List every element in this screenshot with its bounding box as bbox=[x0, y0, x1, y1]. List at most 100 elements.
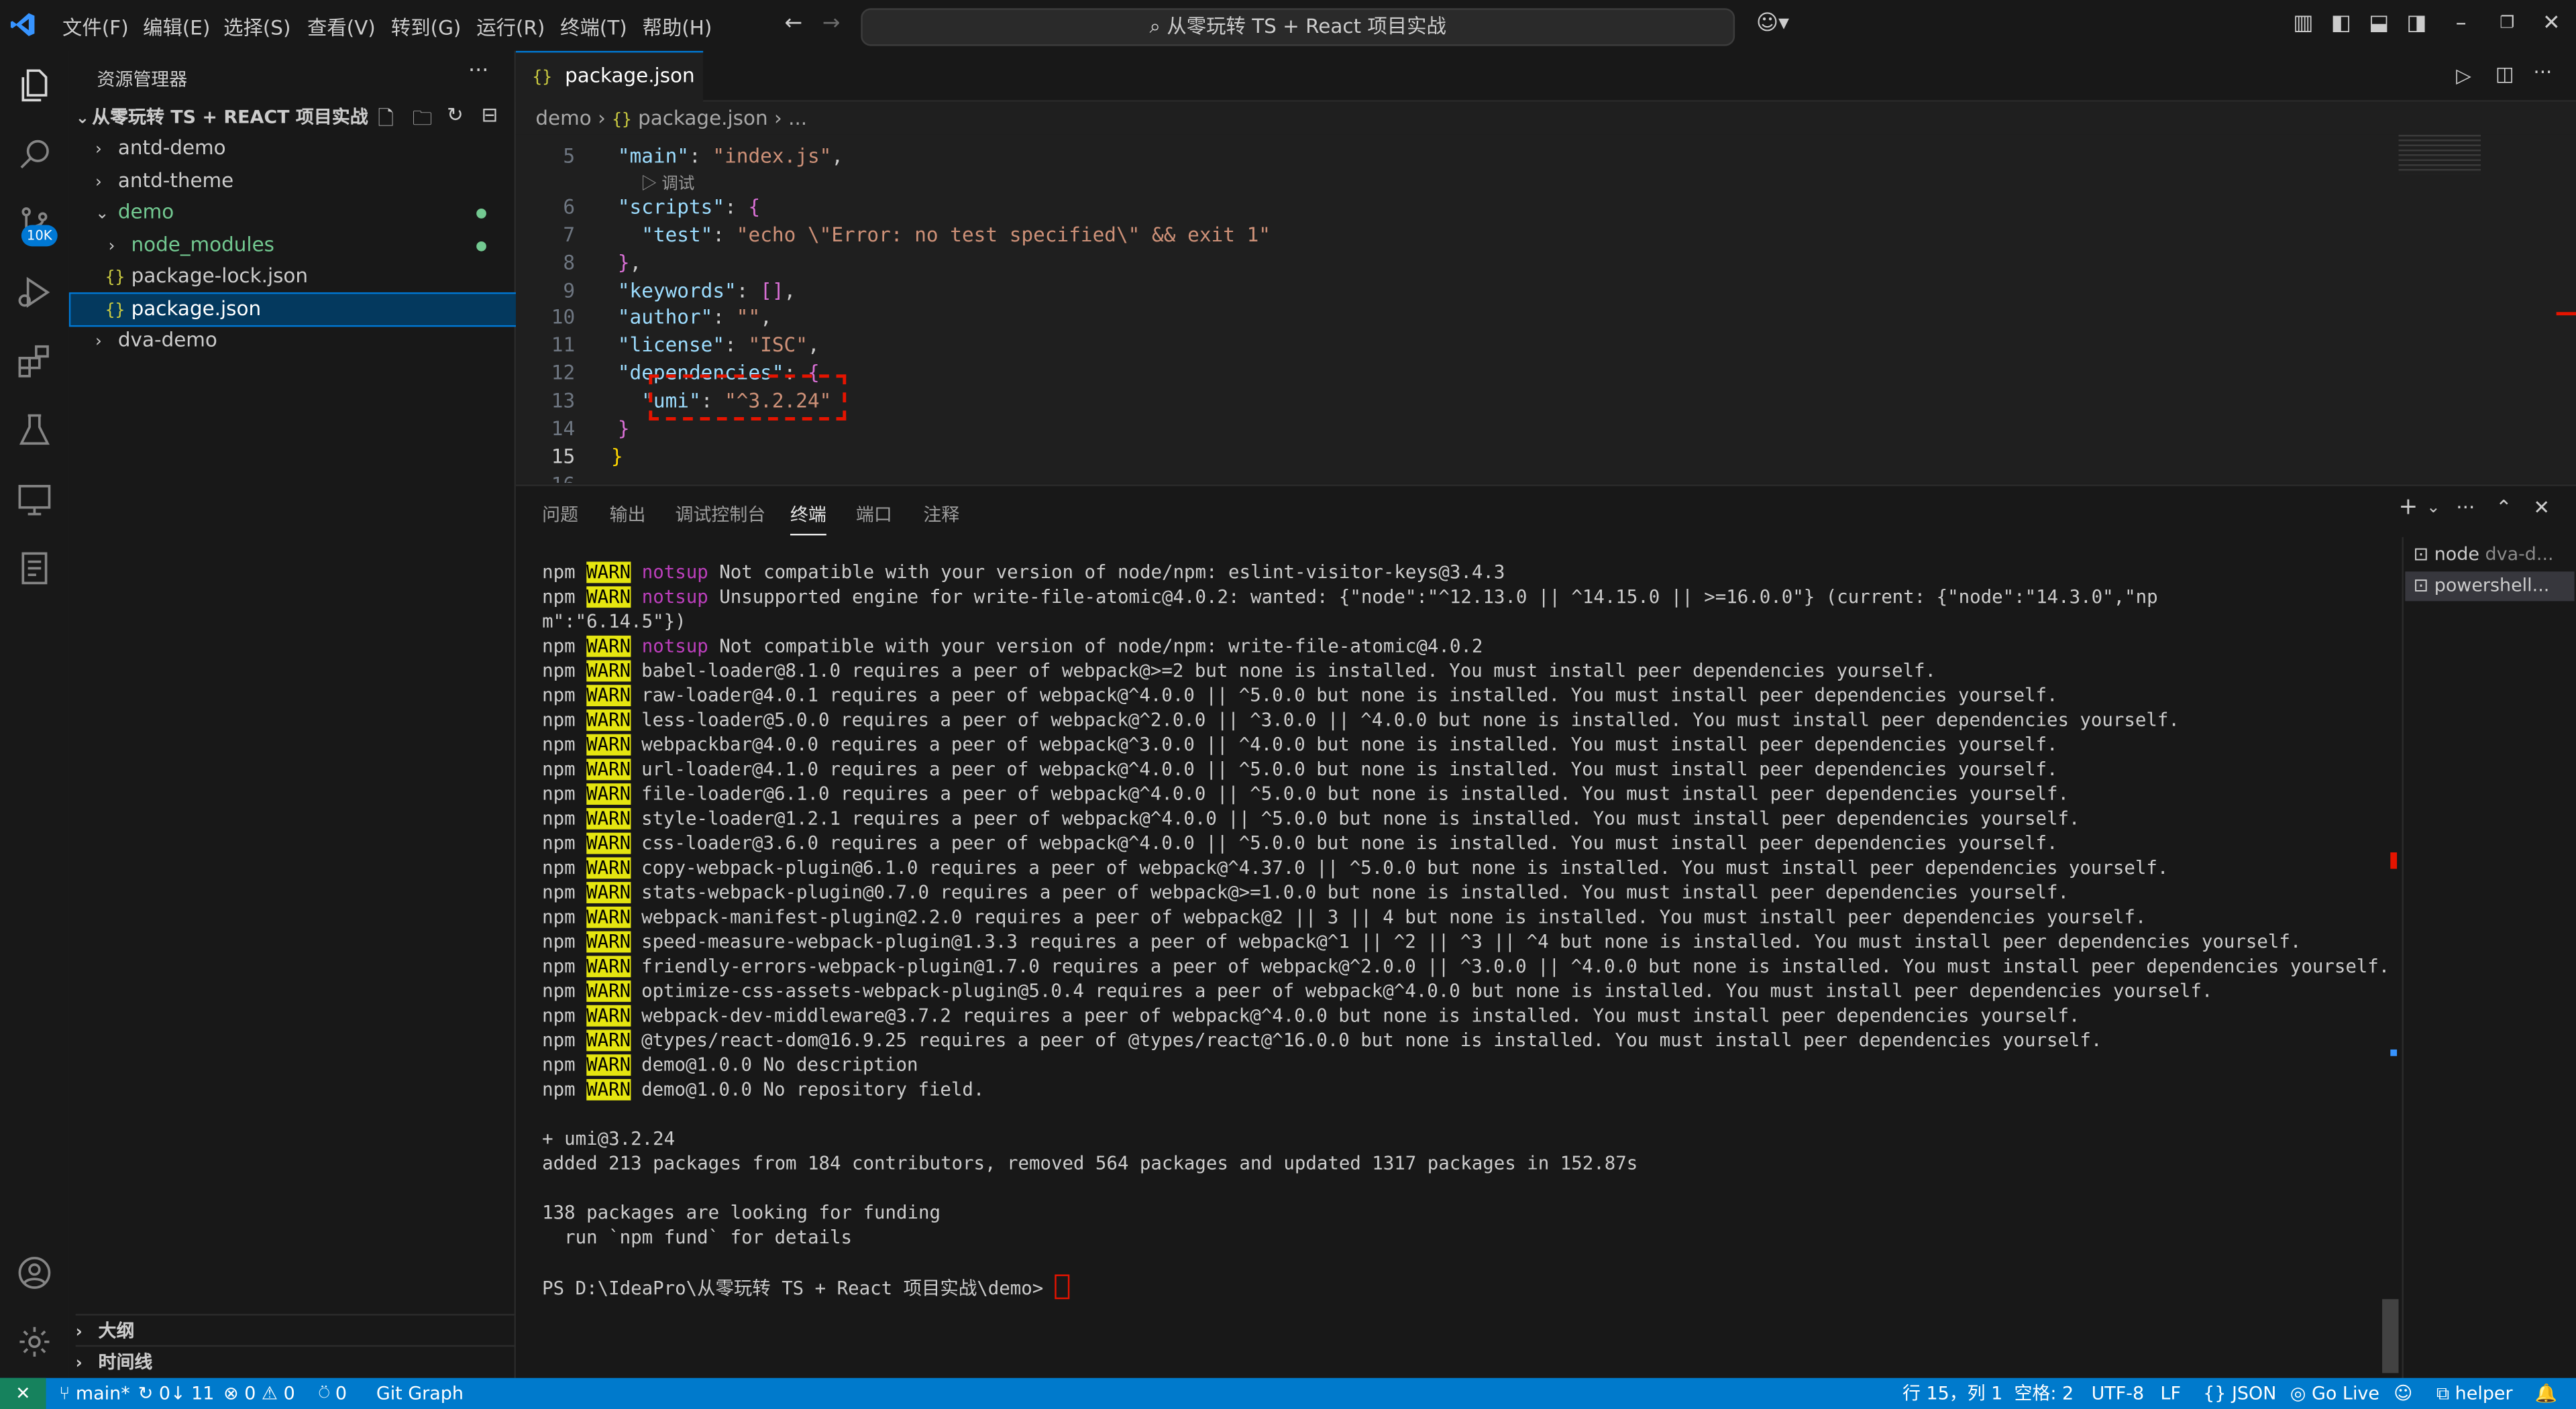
tree-item-demo[interactable]: ⌄ demo bbox=[69, 197, 539, 229]
more-actions-icon[interactable]: ··· bbox=[468, 59, 488, 84]
copilot-icon[interactable]: ☺▾ bbox=[1752, 11, 1794, 38]
error-icon: ⊗ bbox=[223, 1383, 245, 1404]
explorer-icon[interactable] bbox=[15, 66, 54, 105]
outline-section[interactable]: › 大纲 bbox=[75, 1314, 519, 1347]
tree-item-package-json[interactable]: {} package.json bbox=[68, 292, 547, 327]
explorer-title: 资源管理器 bbox=[97, 68, 188, 91]
close-panel-icon[interactable]: ✕ bbox=[2533, 496, 2550, 519]
tab-package-json[interactable]: {} package.json ✕ bbox=[515, 50, 704, 136]
collapse-all-icon[interactable]: ⊟ bbox=[482, 103, 498, 126]
tree-item-node-modules[interactable]: › node_modules bbox=[69, 230, 552, 262]
account-icon[interactable] bbox=[15, 1253, 54, 1293]
restore-icon[interactable]: ❐ bbox=[2494, 11, 2520, 38]
nav-back-icon[interactable]: ← bbox=[780, 11, 806, 38]
search-icon: ⌕ bbox=[1149, 15, 1167, 38]
minimap[interactable] bbox=[2398, 134, 2481, 174]
breadcrumb-symbol[interactable]: ... bbox=[788, 107, 807, 129]
indentation[interactable]: 空格: 2 bbox=[2014, 1378, 2074, 1409]
remote-icon[interactable]: ✕ bbox=[0, 1377, 46, 1409]
language-mode[interactable]: {} JSON bbox=[2203, 1378, 2276, 1409]
ports-status[interactable]: ⍥ 0 bbox=[319, 1378, 347, 1409]
search-icon[interactable] bbox=[15, 135, 54, 174]
helper-status[interactable]: ⧉ helper bbox=[2436, 1378, 2513, 1409]
line-text: Unsupported engine for write-file-atomic… bbox=[708, 586, 2158, 608]
close-window-icon[interactable]: ✕ bbox=[2538, 11, 2565, 38]
chevron-down-icon: ⌄ bbox=[95, 205, 109, 224]
remote-explorer-icon[interactable] bbox=[15, 480, 54, 519]
more-actions-icon[interactable]: ··· bbox=[2456, 496, 2475, 519]
code-editor[interactable]: 5 "main": "index.js", ▷ 调试 6 "scripts": … bbox=[515, 134, 2576, 484]
tab-debug-console[interactable]: 调试控制台 bbox=[676, 501, 766, 527]
end-of-line[interactable]: LF bbox=[2160, 1378, 2181, 1409]
terminal-scrollbar[interactable] bbox=[2382, 560, 2399, 1379]
chevron-right-icon: › bbox=[75, 1355, 83, 1373]
scroll-marker bbox=[2556, 312, 2576, 316]
line-text: PS D:\IdeaPro\从零玩转 TS + React 项目实战\demo> bbox=[542, 1278, 1055, 1300]
toggle-secondary-sidebar-icon[interactable]: ◨ bbox=[2404, 11, 2430, 38]
timeline-section[interactable]: › 时间线 bbox=[75, 1345, 519, 1378]
copilot-icon[interactable]: ☺ bbox=[2394, 1378, 2412, 1409]
menu-run[interactable]: 运行(R) bbox=[476, 13, 545, 42]
cursor-position[interactable]: 行 15，列 1 bbox=[1902, 1378, 2002, 1409]
terminal-item-powershell[interactable]: ⊡ powershell... bbox=[2405, 571, 2575, 602]
tab-terminal[interactable]: 终端 bbox=[790, 501, 826, 536]
settings-gear-icon[interactable] bbox=[15, 1322, 54, 1361]
menu-go[interactable]: 转到(G) bbox=[391, 13, 462, 42]
extensions-icon[interactable] bbox=[15, 341, 54, 381]
menu-selection[interactable]: 选择(S) bbox=[223, 13, 290, 42]
problems-status[interactable]: ⊗ 0 ⚠ 0 bbox=[223, 1378, 295, 1409]
maximize-panel-icon[interactable]: ⌃ bbox=[2496, 496, 2512, 519]
bell-icon[interactable]: 🔔 bbox=[2535, 1378, 2558, 1409]
run-icon[interactable]: ▷ bbox=[2456, 64, 2471, 87]
split-editor-icon[interactable]: ◫ bbox=[2496, 62, 2514, 85]
breadcrumb-folder[interactable]: demo bbox=[535, 107, 591, 129]
scrollbar-thumb[interactable] bbox=[2382, 1299, 2399, 1373]
git-branch-icon: ⑂ bbox=[59, 1383, 76, 1404]
sync-status[interactable]: ↻ 0↓ 11 bbox=[138, 1378, 215, 1409]
tree-item-antd-demo[interactable]: › antd-demo bbox=[69, 133, 539, 164]
chevron-down-icon[interactable]: ⌄ bbox=[2426, 499, 2440, 517]
toggle-panel-icon[interactable]: ⬓ bbox=[2366, 11, 2392, 38]
line-text: demo@1.0.0 No description bbox=[630, 1054, 918, 1076]
warn-badge: WARN bbox=[586, 807, 631, 830]
menu-file[interactable]: 文件(F) bbox=[62, 13, 129, 42]
tree-item-dva-demo[interactable]: › dva-demo bbox=[69, 325, 539, 357]
tree-item-package-lock-json[interactable]: {} package-lock.json bbox=[69, 261, 549, 292]
codelens-debug[interactable]: ▷ 调试 bbox=[641, 169, 694, 194]
json-value: "index.js" bbox=[712, 144, 832, 168]
tab-problems[interactable]: 问题 bbox=[542, 501, 578, 527]
breadcrumb-file[interactable]: package.json bbox=[638, 107, 768, 129]
tree-item-antd-theme[interactable]: › antd-theme bbox=[69, 166, 539, 197]
menu-edit[interactable]: 编辑(E) bbox=[143, 13, 210, 42]
encoding[interactable]: UTF-8 bbox=[2092, 1378, 2145, 1409]
menu-help[interactable]: 帮助(H) bbox=[643, 13, 712, 42]
notes-icon[interactable] bbox=[15, 549, 54, 588]
tab-ports[interactable]: 端口 bbox=[856, 501, 892, 527]
minimize-icon[interactable]: – bbox=[2448, 11, 2474, 38]
line-number: 7 bbox=[563, 223, 576, 247]
command-center-search[interactable]: ⌕ 从零玩转 TS + React 项目实战 bbox=[861, 8, 1735, 46]
toggle-sidebar-icon[interactable]: ◧ bbox=[2328, 11, 2354, 38]
nav-forward-icon[interactable]: → bbox=[818, 11, 845, 38]
git-graph-button[interactable]: Git Graph bbox=[376, 1378, 464, 1409]
go-live-button[interactable]: ◎ Go Live bbox=[2290, 1378, 2379, 1409]
chevron-right-icon: › bbox=[95, 333, 102, 352]
menu-terminal[interactable]: 终端(T) bbox=[560, 13, 627, 42]
chevron-right-icon: › bbox=[108, 238, 115, 257]
branch-status[interactable]: ⑂ main* bbox=[59, 1378, 130, 1409]
customize-layout-icon[interactable]: ▥ bbox=[2290, 11, 2316, 38]
refresh-icon[interactable]: ↻ bbox=[447, 103, 464, 126]
more-actions-icon[interactable]: ··· bbox=[2533, 61, 2552, 84]
warn-badge: WARN bbox=[586, 906, 631, 928]
tab-output[interactable]: 输出 bbox=[610, 501, 646, 527]
terminal-output[interactable]: npm WARN notsup Not compatible with your… bbox=[542, 560, 2390, 1300]
testing-icon[interactable] bbox=[15, 410, 54, 450]
explorer-sidebar: 资源管理器 ··· ⌄ 从零玩转 TS + REACT 项目实战 🗋 🗀 ↻ ⊟ … bbox=[68, 50, 547, 1378]
menu-view[interactable]: 查看(V) bbox=[307, 13, 376, 42]
tab-comments[interactable]: 注释 bbox=[923, 501, 959, 527]
chevron-right-icon: › bbox=[75, 1323, 83, 1342]
terminal-item-node[interactable]: ⊡ node dva-d... bbox=[2414, 541, 2575, 570]
warn-badge: WARN bbox=[586, 857, 631, 879]
run-debug-icon[interactable] bbox=[15, 273, 54, 313]
new-terminal-icon[interactable]: + bbox=[2399, 494, 2418, 520]
